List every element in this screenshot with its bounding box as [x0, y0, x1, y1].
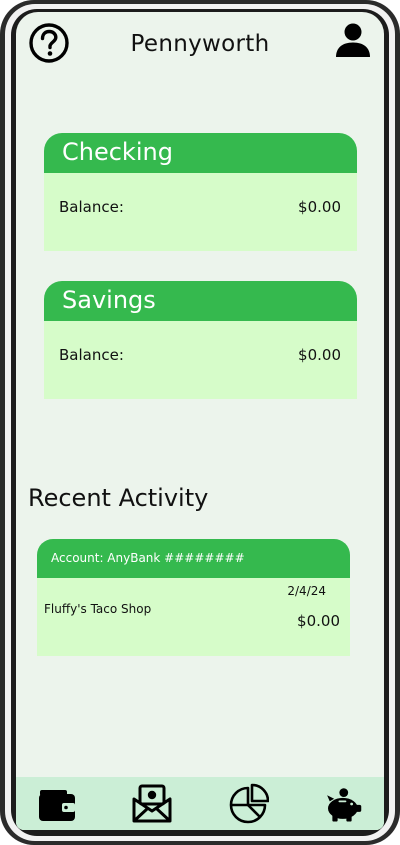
recent-activity-title: Recent Activity [28, 484, 209, 512]
savings-card-header: Savings [44, 281, 357, 321]
checking-card-body: Balance: $0.00 [44, 173, 357, 251]
transaction-card[interactable]: Account: AnyBank ######## 2/4/24 Fluffy'… [37, 539, 350, 656]
app-header: Pennyworth [16, 12, 384, 78]
savings-card[interactable]: Savings Balance: $0.00 [44, 281, 357, 399]
checking-balance-label: Balance: [59, 198, 124, 216]
savings-balance-label: Balance: [59, 346, 124, 364]
bottom-nav [16, 777, 384, 830]
app-screen: Pennyworth Checking Balance: $0.00 Savin… [16, 12, 384, 830]
envelope-money-icon [132, 784, 172, 823]
piggy-bank-icon [327, 788, 362, 822]
checking-balance-value: $0.00 [298, 198, 341, 216]
wallet-icon [39, 790, 75, 821]
nav-budget-button[interactable] [131, 783, 173, 825]
pie-chart-icon [229, 783, 269, 824]
transaction-amount: $0.00 [297, 612, 340, 630]
user-icon [336, 23, 370, 57]
checking-card-header: Checking [44, 133, 357, 173]
profile-button[interactable] [334, 21, 372, 59]
savings-balance-value: $0.00 [298, 346, 341, 364]
checking-card[interactable]: Checking Balance: $0.00 [44, 133, 357, 251]
savings-card-body: Balance: $0.00 [44, 321, 357, 399]
app-title: Pennyworth [130, 31, 270, 57]
transaction-merchant: Fluffy's Taco Shop [44, 602, 152, 616]
transaction-card-body: 2/4/24 Fluffy's Taco Shop $0.00 [37, 578, 350, 656]
checking-card-title: Checking [62, 138, 173, 166]
nav-savings-button[interactable] [321, 783, 363, 825]
transaction-card-header: Account: AnyBank ######## [37, 539, 350, 578]
transaction-date: 2/4/24 [287, 584, 326, 598]
nav-reports-button[interactable] [227, 783, 269, 825]
savings-card-title: Savings [62, 286, 156, 314]
transaction-account: Account: AnyBank ######## [51, 551, 245, 565]
nav-wallet-button[interactable] [36, 783, 78, 825]
